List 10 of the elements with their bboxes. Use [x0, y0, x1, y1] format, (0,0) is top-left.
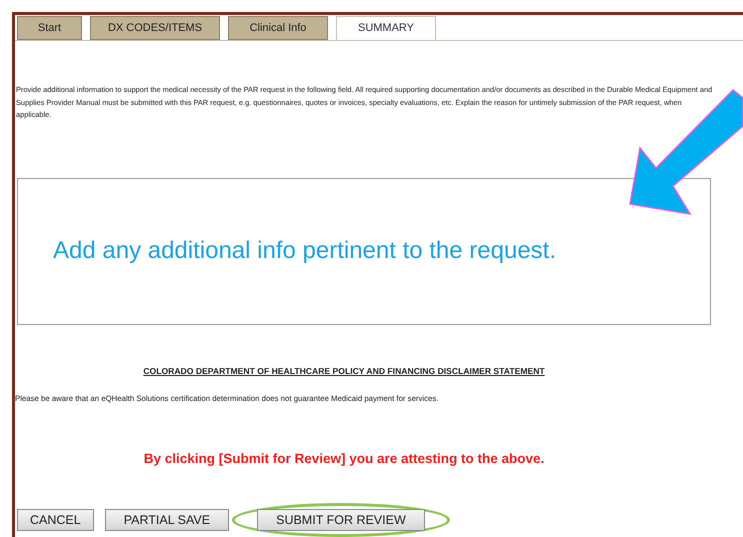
form-button[interactable]: SUBMIT FOR REVIEW	[257, 509, 425, 531]
tab[interactable]: Start	[17, 16, 82, 40]
disclaimer-heading: COLORADO DEPARTMENT OF HEALTHCARE POLICY AND FINANCING DISCLAIMER STATEMENT	[143, 365, 545, 378]
tab[interactable]: Clinical Info	[228, 16, 328, 40]
tab[interactable]: DX CODES/ITEMS	[90, 16, 220, 40]
form-button[interactable]: CANCEL	[17, 509, 94, 531]
form-button[interactable]: PARTIAL SAVE	[104, 509, 230, 531]
attestation-text: By clicking [Submit for Review] you are attesting to the above.	[144, 450, 544, 468]
annotation-text: Add any additional info pertinent to the request.	[53, 236, 556, 266]
tab[interactable]: SUMMARY	[336, 16, 436, 40]
